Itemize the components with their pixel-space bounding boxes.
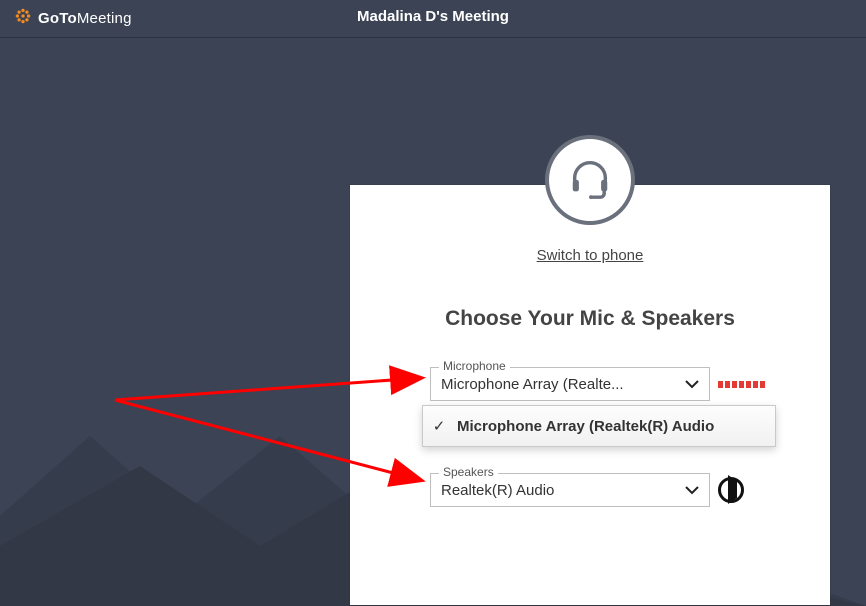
chevron-down-icon xyxy=(683,482,701,498)
microphone-dropdown-option[interactable]: ✓ Microphone Array (Realtek(R) Audio xyxy=(431,412,767,440)
chevron-down-icon xyxy=(683,376,701,392)
test-speakers-button[interactable] xyxy=(718,477,744,503)
headset-icon xyxy=(567,155,613,206)
card-title: Choose Your Mic & Speakers xyxy=(350,307,830,331)
microphone-selected-value: Microphone Array (Realte... xyxy=(441,376,683,393)
meeting-title: Madalina D's Meeting xyxy=(357,8,509,25)
play-icon xyxy=(726,481,737,499)
speakers-selected-value: Realtek(R) Audio xyxy=(441,482,683,499)
audio-setup-card: Switch to phone Choose Your Mic & Speake… xyxy=(350,185,830,605)
headset-circle xyxy=(545,135,635,225)
logo-text-thin: Meeting xyxy=(77,10,132,27)
speakers-select[interactable]: Speakers Realtek(R) Audio xyxy=(430,473,710,507)
microphone-dropdown-list[interactable]: ✓ Microphone Array (Realtek(R) Audio xyxy=(422,405,776,447)
app-logo: GoToMeeting xyxy=(14,7,132,30)
check-icon: ✓ xyxy=(431,417,447,435)
microphone-select[interactable]: Microphone Microphone Array (Realte... xyxy=(430,367,710,401)
logo-flower-icon xyxy=(14,7,32,30)
microphone-legend: Microphone xyxy=(439,359,510,373)
switch-to-phone-link[interactable]: Switch to phone xyxy=(537,247,644,264)
mic-level-indicator xyxy=(718,381,765,388)
speakers-legend: Speakers xyxy=(439,465,498,479)
logo-text: GoToMeeting xyxy=(38,10,132,27)
logo-text-bold: GoTo xyxy=(38,10,77,27)
app-header: GoToMeeting Madalina D's Meeting xyxy=(0,0,866,38)
microphone-dropdown-option-label: Microphone Array (Realtek(R) Audio xyxy=(457,418,714,435)
